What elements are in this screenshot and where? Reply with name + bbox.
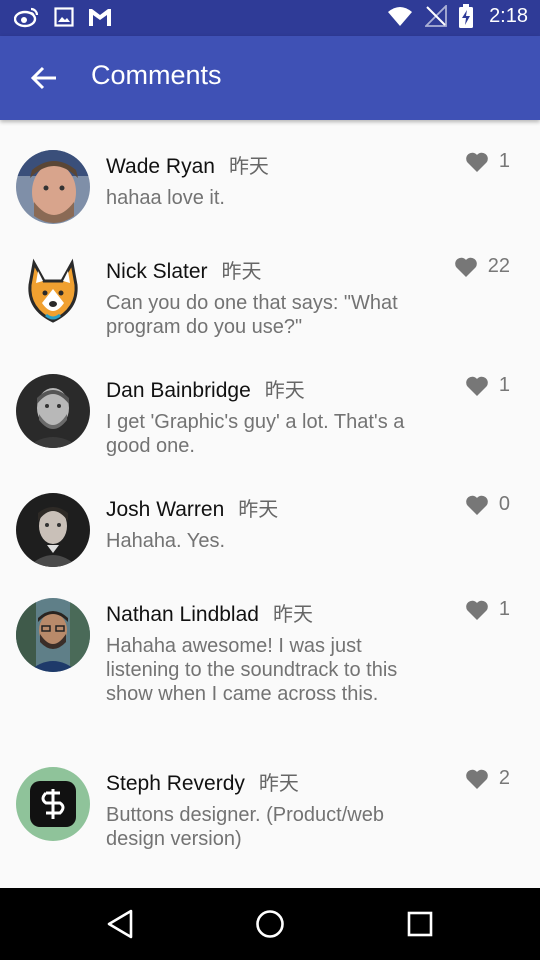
back-button[interactable] — [22, 56, 66, 100]
comment-text: Can you do one that says: "What program … — [106, 292, 398, 338]
heart-icon — [466, 376, 488, 396]
comment-time: 昨天 — [221, 261, 262, 283]
comment-text: Hahaha awesome! I was just listening to … — [106, 635, 398, 705]
list-item[interactable]: Josh Warren 昨天 Hahaha. Yes. 0 — [0, 493, 540, 593]
like-count: 0 — [498, 493, 510, 515]
avatar[interactable] — [16, 493, 90, 567]
avatar[interactable] — [16, 767, 90, 841]
image-icon — [54, 7, 74, 27]
battery-charging-icon — [459, 4, 474, 28]
like-count: 1 — [498, 150, 510, 172]
no-signal-icon — [425, 5, 447, 27]
list-item[interactable]: Wade Ryan 昨天 hahaa love it. 1 — [0, 150, 540, 250]
author-name[interactable]: Steph Reverdy — [106, 772, 245, 795]
like-button[interactable]: 1 — [465, 374, 510, 397]
nav-back-button[interactable] — [98, 902, 142, 946]
like-button[interactable]: 1 — [465, 150, 510, 173]
weibo-icon — [14, 7, 39, 28]
status-bar: 2:18 — [0, 0, 540, 36]
like-count: 1 — [498, 374, 510, 396]
like-count: 1 — [498, 598, 510, 620]
comment-time: 昨天 — [238, 499, 279, 521]
gmail-icon — [89, 9, 111, 26]
app-bar: Comments — [0, 36, 540, 120]
navigation-bar — [0, 888, 540, 960]
heart-icon — [466, 769, 488, 789]
arrow-back-icon — [31, 66, 56, 90]
list-item[interactable]: Nick Slater 昨天 Can you do one that says: … — [0, 255, 540, 365]
comment-text: I get 'Graphic's guy' a lot. That's a go… — [106, 411, 405, 457]
list-item[interactable]: Nathan Lindblad 昨天 Hahaha awesome! I was … — [0, 598, 540, 748]
like-button[interactable]: 22 — [454, 255, 510, 278]
nav-recents-icon — [407, 911, 433, 937]
heart-icon — [466, 152, 488, 172]
page-title: Comments — [91, 60, 222, 90]
author-name[interactable]: Dan Bainbridge — [106, 379, 251, 402]
author-name[interactable]: Nick Slater — [106, 260, 208, 283]
like-count: 22 — [487, 255, 510, 277]
nav-home-button[interactable] — [248, 902, 292, 946]
comment-time: 昨天 — [272, 604, 313, 626]
avatar[interactable] — [16, 255, 90, 329]
comment-time: 昨天 — [228, 156, 269, 178]
comment-time: 昨天 — [258, 773, 299, 795]
author-name[interactable]: Wade Ryan — [106, 155, 215, 178]
avatar[interactable] — [16, 150, 90, 224]
comment-time: 昨天 — [264, 380, 305, 402]
comment-text: hahaa love it. — [106, 187, 225, 209]
like-count: 2 — [498, 767, 510, 789]
heart-icon — [454, 257, 477, 277]
like-button[interactable]: 0 — [465, 493, 510, 516]
nav-recents-button[interactable] — [398, 902, 442, 946]
list-item[interactable]: Dan Bainbridge 昨天 I get 'Graphic's guy' a… — [0, 374, 540, 484]
status-time: 2:18 — [489, 4, 528, 27]
comment-text: Buttons designer. (Product/web design ve… — [106, 804, 384, 850]
list-item[interactable]: Steph Reverdy 昨天 Buttons designer. (Produ… — [0, 767, 540, 877]
heart-icon — [466, 600, 488, 620]
nav-back-icon — [107, 909, 133, 939]
author-name[interactable]: Nathan Lindblad — [106, 603, 259, 626]
like-button[interactable]: 2 — [465, 767, 510, 790]
avatar[interactable] — [16, 374, 90, 448]
nav-home-icon — [256, 910, 284, 938]
avatar[interactable] — [16, 598, 90, 672]
comment-text: Hahaha. Yes. — [106, 530, 225, 552]
like-button[interactable]: 1 — [465, 598, 510, 621]
wifi-icon — [388, 7, 413, 26]
author-name[interactable]: Josh Warren — [106, 498, 224, 521]
heart-icon — [466, 495, 488, 515]
